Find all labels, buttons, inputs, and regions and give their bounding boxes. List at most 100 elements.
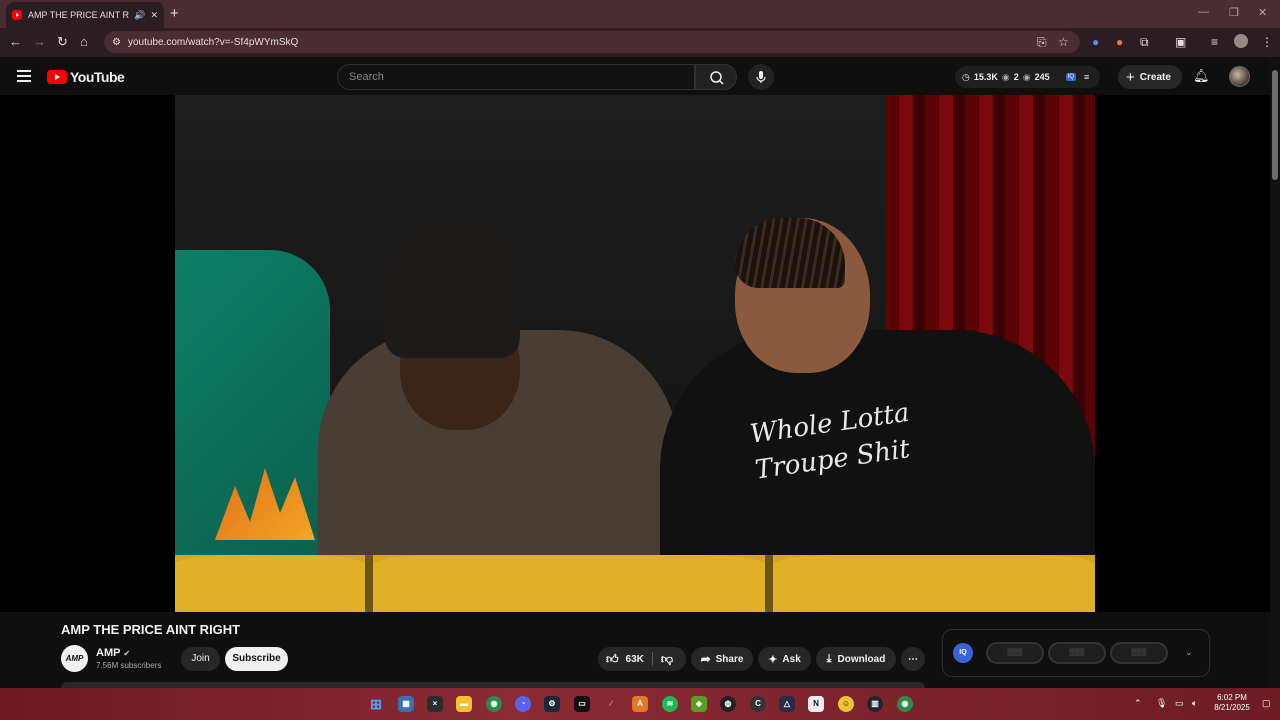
tab-title: AMP THE PRICE AINT RIGHT xyxy=(28,10,130,20)
iq-option-pill[interactable]: ▒▒▒ xyxy=(986,642,1044,664)
site-info-icon[interactable]: ⚙ xyxy=(112,37,121,48)
share-arrow-icon: ➦ xyxy=(700,652,711,666)
braided-hair xyxy=(735,218,845,288)
thumbs-down-icon[interactable]: 👎︎ xyxy=(661,652,673,667)
like-dislike-group: 👍︎ 63K 👎︎ xyxy=(598,647,686,671)
iq-badge-icon[interactable]: IQ xyxy=(953,643,973,663)
voice-search-button[interactable] xyxy=(748,64,774,90)
notification-icon[interactable]: ▢ xyxy=(1262,698,1271,709)
share-label: Share xyxy=(715,653,744,665)
iq-option-pill[interactable]: ▒▒▒ xyxy=(1048,642,1106,664)
youtube-favicon-icon xyxy=(12,10,22,20)
clock-icon: ◷ xyxy=(962,71,970,82)
youtube-logo[interactable]: YouTube xyxy=(47,69,125,85)
feather-app-icon[interactable]: ∕ xyxy=(603,696,619,712)
discord-app-icon[interactable]: ◔ xyxy=(515,696,531,712)
list-icon[interactable]: ≡ xyxy=(1084,72,1089,82)
search-input[interactable]: Search xyxy=(337,64,695,90)
account-avatar[interactable] xyxy=(1229,66,1250,87)
terminal-app-icon[interactable]: × xyxy=(427,696,443,712)
app-triangle-icon[interactable]: △ xyxy=(779,696,795,712)
youtube-wordmark: YouTube xyxy=(70,69,125,85)
taskbar-clock[interactable]: 6:02 PM 8/21/2025 xyxy=(1210,693,1254,713)
more-actions-button[interactable]: ⋯ xyxy=(901,647,925,671)
install-app-icon[interactable]: ⎘ xyxy=(1037,35,1047,50)
spotify-app-icon[interactable]: ≋ xyxy=(662,696,678,712)
menu-hamburger-icon[interactable] xyxy=(17,70,31,85)
tab-close-icon[interactable]: ✕ xyxy=(150,10,158,21)
browser-menu-icon[interactable]: ⋮ xyxy=(1261,35,1273,49)
steam-app-icon[interactable]: ⚙ xyxy=(544,696,560,712)
viewers-count: 2 xyxy=(1013,72,1019,82)
stats-extension-pill[interactable]: ◷ 15.3K ◉ 2 ◉ 245 IQ ≡ xyxy=(955,66,1100,88)
verified-check-icon: ✔ xyxy=(123,649,131,658)
join-button[interactable]: Join xyxy=(181,647,220,671)
emoji-app-icon[interactable]: ☺ xyxy=(838,696,854,712)
extension-blue-icon[interactable]: ● xyxy=(1092,35,1099,49)
media-controls-icon[interactable]: ≡ xyxy=(1211,35,1218,49)
app-bars-icon[interactable]: ▥ xyxy=(867,696,883,712)
app-a-icon[interactable]: A xyxy=(632,696,648,712)
thumbs-up-icon: 👍︎ xyxy=(606,651,619,666)
forward-icon[interactable]: → xyxy=(33,34,46,49)
extension-orange-icon[interactable]: ● xyxy=(1116,35,1123,49)
tray-network-icon[interactable]: ▭ xyxy=(1175,698,1184,709)
iq-option-pill[interactable]: ▒▒▒ xyxy=(1110,642,1168,664)
ask-button[interactable]: ✦ Ask xyxy=(758,647,811,671)
notifications-bell-icon[interactable]: 🔔︎ xyxy=(1193,68,1210,84)
clock-time: 6:02 PM xyxy=(1217,693,1247,702)
window-close-icon[interactable]: ✕ xyxy=(1258,6,1267,19)
tray-chevron-up-icon[interactable]: ⌃ xyxy=(1134,698,1142,709)
microphone-icon xyxy=(756,71,766,83)
app-c-icon[interactable]: C xyxy=(750,696,766,712)
reload-icon[interactable]: ↻ xyxy=(57,34,68,50)
black-beanie xyxy=(385,218,520,358)
minimize-icon[interactable]: — xyxy=(1198,6,1209,18)
browser-tab[interactable]: AMP THE PRICE AINT RIGHT 🔊 ✕ xyxy=(6,2,164,28)
tab-bar xyxy=(0,0,1280,28)
create-button[interactable]: + Create xyxy=(1118,65,1182,89)
watching-count: 245 xyxy=(1034,72,1050,82)
photos-app-icon[interactable]: ▦ xyxy=(398,696,414,712)
reading-mode-icon[interactable]: ▣ xyxy=(1175,35,1186,49)
iq-icon: IQ xyxy=(1065,73,1076,81)
youtube-play-icon xyxy=(47,70,67,84)
obs-app-icon[interactable]: ◍ xyxy=(720,696,736,712)
eye-icon: ◉ xyxy=(1022,71,1031,82)
media-app-icon[interactable]: ▭ xyxy=(574,696,590,712)
scrollbar-thumb[interactable] xyxy=(1272,70,1278,180)
channel-name-text: AMP xyxy=(96,647,121,659)
back-icon[interactable]: ← xyxy=(9,34,22,49)
download-label: Download xyxy=(837,653,886,665)
address-bar[interactable]: ⚙ youtube.com/watch?v=-Sf4pWYmSkQ xyxy=(104,31,1080,53)
nvidia-app-icon[interactable]: ◈ xyxy=(691,696,707,712)
windows-start-icon[interactable]: ⊞ xyxy=(368,696,384,712)
subscribe-button[interactable]: Subscribe xyxy=(225,647,288,671)
share-button[interactable]: ➦ Share xyxy=(691,647,753,671)
clock-date: 8/21/2025 xyxy=(1214,703,1250,712)
bookmark-star-icon[interactable]: ☆ xyxy=(1058,35,1069,49)
profile-avatar-icon[interactable] xyxy=(1234,34,1248,48)
extensions-puzzle-icon[interactable]: ⧉ xyxy=(1140,35,1149,50)
new-tab-button[interactable]: + xyxy=(170,5,179,22)
home-icon[interactable]: ⌂ xyxy=(80,34,88,49)
like-button[interactable]: 👍︎ 63K xyxy=(606,652,644,667)
search-button[interactable] xyxy=(695,64,737,90)
restore-icon[interactable]: ❐ xyxy=(1229,6,1239,19)
like-count: 63K xyxy=(625,653,644,665)
chrome-app-icon[interactable]: ◉ xyxy=(486,696,502,712)
chevron-down-icon[interactable]: ⌄ xyxy=(1185,647,1193,658)
green-jersey-person xyxy=(175,250,330,560)
video-title: AMP THE PRICE AINT RIGHT xyxy=(61,622,241,637)
tray-volume-icon[interactable]: 🔈︎ xyxy=(1192,698,1197,709)
tray-mic-icon[interactable]: 🎙︎ xyxy=(1156,698,1167,709)
notion-app-icon[interactable]: N xyxy=(808,696,824,712)
eye-icon: ◉ xyxy=(1001,71,1010,82)
channel-avatar[interactable]: AMP xyxy=(61,645,88,672)
file-explorer-icon[interactable]: ▬ xyxy=(456,696,472,712)
download-button[interactable]: ⤓ Download xyxy=(816,647,896,671)
channel-name[interactable]: AMP ✔ xyxy=(96,647,130,659)
chrome-active-icon[interactable]: ◉ xyxy=(897,696,913,712)
url-text: youtube.com/watch?v=-Sf4pWYmSkQ xyxy=(127,36,299,48)
speaker-icon[interactable]: 🔊 xyxy=(134,10,145,21)
